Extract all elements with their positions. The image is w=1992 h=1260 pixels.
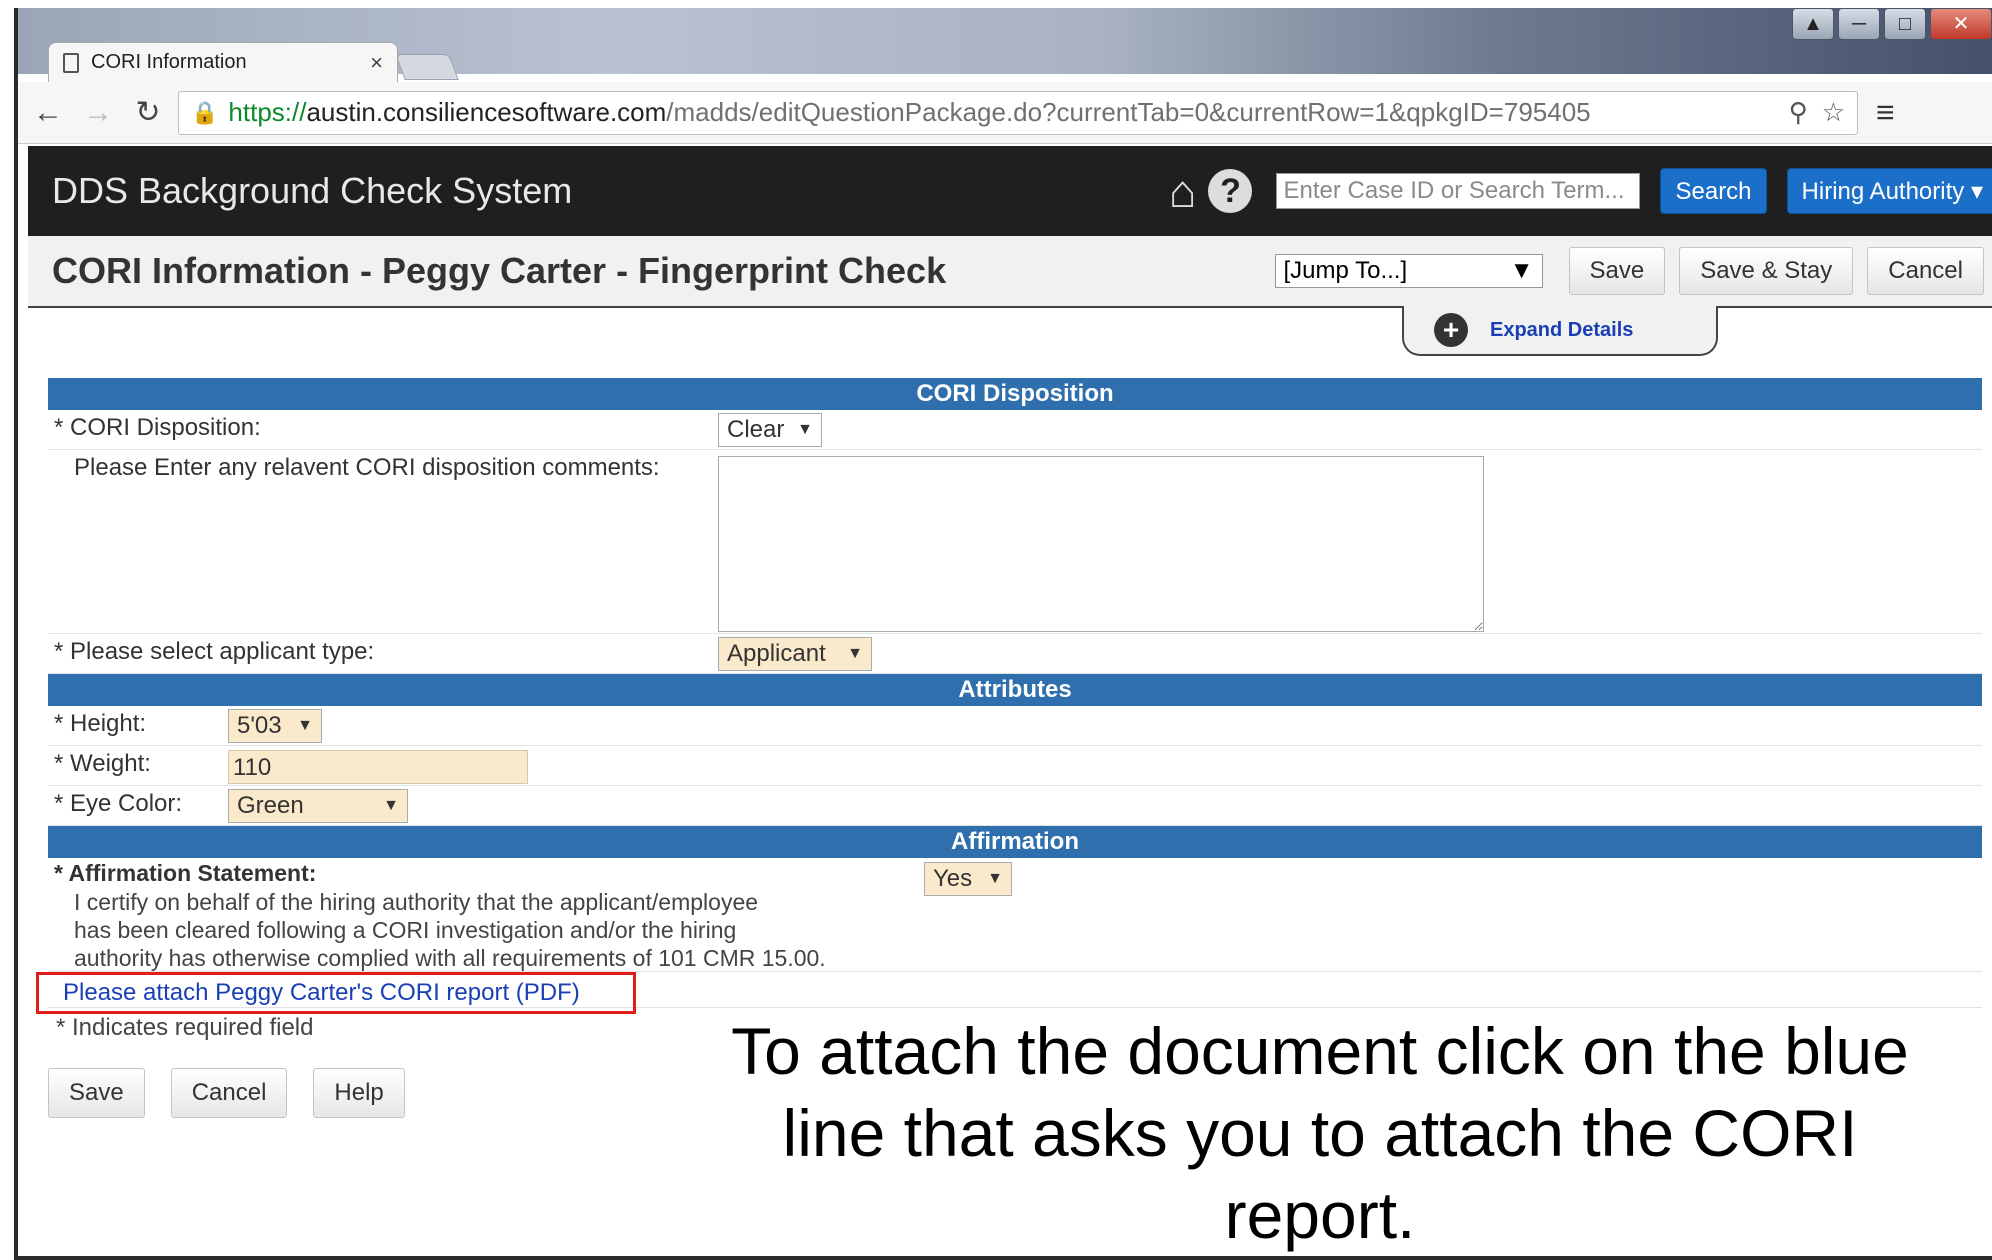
dropdown-arrow-icon: ▼ <box>797 421 813 438</box>
app-header: DDS Background Check System ⌂ ? Search H… <box>28 146 1992 236</box>
affirmation-value: Yes <box>933 865 973 892</box>
bookmark-star-icon[interactable]: ☆ <box>1822 97 1845 128</box>
disposition-row: * CORI Disposition: Clear ▼ <box>48 410 1982 450</box>
url-field[interactable]: 🔒 https://austin.consiliencesoftware.com… <box>178 90 1858 135</box>
section-header-affirmation: Affirmation <box>48 826 1982 858</box>
affirmation-text: I certify on behalf of the hiring author… <box>74 888 826 972</box>
search-button[interactable]: Search <box>1660 168 1767 214</box>
close-tab-icon[interactable]: × <box>370 50 383 76</box>
height-row: * Height: 5'03 ▼ <box>48 706 1982 746</box>
bottom-cancel-button[interactable]: Cancel <box>170 1068 288 1118</box>
affirmation-label: * Affirmation Statement: <box>54 860 317 886</box>
jump-to-value: [Jump To...] <box>1283 257 1408 284</box>
page-title-bar: CORI Information - Peggy Carter - Finger… <box>28 236 1992 308</box>
disposition-select[interactable]: Clear ▼ <box>718 413 822 447</box>
eye-color-row: * Eye Color: Green ▼ <box>48 786 1982 826</box>
dropdown-arrow-icon: ▼ <box>847 645 863 662</box>
comments-textarea[interactable] <box>718 456 1484 632</box>
disposition-label: * CORI Disposition: <box>54 414 261 441</box>
expand-details-link[interactable]: Expand Details <box>1490 319 1633 342</box>
user-icon[interactable]: ▲ <box>1792 8 1834 40</box>
height-value: 5'03 <box>237 712 282 739</box>
cori-form: CORI Disposition * CORI Disposition: Cle… <box>36 378 1982 1118</box>
plus-circle-icon: + <box>1434 313 1468 347</box>
comments-row: Please Enter any relavent CORI dispositi… <box>48 450 1982 634</box>
weight-row: * Weight: 110 <box>48 746 1982 786</box>
address-bar: ← → ↻ 🔒 https://austin.consiliencesoftwa… <box>18 82 1992 144</box>
cancel-button[interactable]: Cancel <box>1867 247 1984 295</box>
section-header-attributes: Attributes <box>48 674 1982 706</box>
affirmation-row: * Affirmation Statement: I certify on be… <box>48 858 1982 972</box>
eye-color-label: * Eye Color: <box>54 790 183 817</box>
home-icon[interactable]: ⌂ <box>1169 164 1197 218</box>
search-input[interactable] <box>1276 173 1641 209</box>
minimize-icon[interactable]: ─ <box>1838 8 1880 40</box>
dropdown-arrow-icon: ▼ <box>1509 257 1534 284</box>
save-and-stay-button[interactable]: Save & Stay <box>1679 247 1854 295</box>
affirmation-select[interactable]: Yes ▼ <box>924 862 1012 896</box>
url-scheme: https:// <box>228 97 307 127</box>
reload-icon[interactable]: ↻ <box>128 95 168 130</box>
back-arrow-icon[interactable]: ← <box>28 96 68 130</box>
save-button[interactable]: Save <box>1568 247 1666 295</box>
weight-label: * Weight: <box>54 750 151 777</box>
bottom-buttons: Save Cancel Help <box>48 1068 405 1118</box>
comments-label: Please Enter any relavent CORI dispositi… <box>74 454 660 481</box>
applicant-type-label: * Please select applicant type: <box>54 638 375 665</box>
applicant-type-value: Applicant <box>727 640 826 667</box>
dropdown-arrow-icon: ▼ <box>297 717 313 734</box>
new-tab-button[interactable] <box>395 54 459 80</box>
bottom-save-button[interactable]: Save <box>48 1068 145 1118</box>
forward-arrow-icon[interactable]: → <box>78 96 118 130</box>
browser-tab[interactable]: CORI Information × <box>48 42 398 82</box>
document-icon <box>63 52 79 73</box>
applicant-type-row: * Please select applicant type: Applican… <box>48 634 1982 674</box>
help-icon[interactable]: ? <box>1208 169 1253 213</box>
window-titlebar: ▲ ─ □ ✕ CORI Information × <box>18 8 1992 82</box>
jump-to-select[interactable]: [Jump To...] ▼ <box>1274 254 1543 288</box>
zoom-icon[interactable]: ⚲ <box>1789 97 1808 128</box>
caret-down-icon: ▾ <box>1970 178 1983 205</box>
required-field-note: * Indicates required field <box>56 1014 314 1041</box>
url-host: austin.consiliencesoftware.com <box>306 97 667 127</box>
dropdown-arrow-icon: ▼ <box>383 797 399 814</box>
affirmation-line: I certify on behalf of the hiring author… <box>74 889 759 915</box>
hiring-authority-label: Hiring Authority <box>1801 178 1965 205</box>
bottom-help-button[interactable]: Help <box>313 1068 405 1118</box>
instruction-callout: To attach the document click on the blue… <box>731 1014 1909 1252</box>
weight-input[interactable]: 110 <box>228 750 528 784</box>
attach-row: Please attach Peggy Carter's CORI report… <box>36 972 1982 1014</box>
app-name: DDS Background Check System <box>52 170 573 211</box>
section-header-cori-disposition: CORI Disposition <box>48 378 1982 410</box>
disposition-value: Clear <box>727 416 785 443</box>
hiring-authority-menu[interactable]: Hiring Authority ▾ <box>1786 168 1992 214</box>
eye-color-value: Green <box>237 792 304 819</box>
height-label: * Height: <box>54 710 147 737</box>
affirmation-line: authority has otherwise complied with al… <box>74 945 826 971</box>
close-window-icon[interactable]: ✕ <box>1930 8 1992 40</box>
window-controls: ▲ ─ □ ✕ <box>1792 8 1992 42</box>
page-title: CORI Information - Peggy Carter - Finger… <box>52 250 947 291</box>
dropdown-arrow-icon: ▼ <box>987 870 1003 887</box>
expand-details-tab[interactable]: + Expand Details <box>1402 306 1718 356</box>
menu-icon[interactable]: ≡ <box>1876 94 1895 131</box>
tab-title: CORI Information <box>91 51 247 73</box>
height-select[interactable]: 5'03 ▼ <box>228 709 322 743</box>
lock-icon: 🔒 <box>191 99 219 125</box>
affirmation-line: has been cleared following a CORI invest… <box>74 917 737 943</box>
attach-cori-report-link[interactable]: Please attach Peggy Carter's CORI report… <box>36 972 636 1014</box>
eye-color-select[interactable]: Green ▼ <box>228 789 408 823</box>
applicant-type-select[interactable]: Applicant ▼ <box>718 637 872 671</box>
maximize-icon[interactable]: □ <box>1884 8 1926 40</box>
url-path: /madds/editQuestionPackage.do?currentTab… <box>666 97 1591 127</box>
